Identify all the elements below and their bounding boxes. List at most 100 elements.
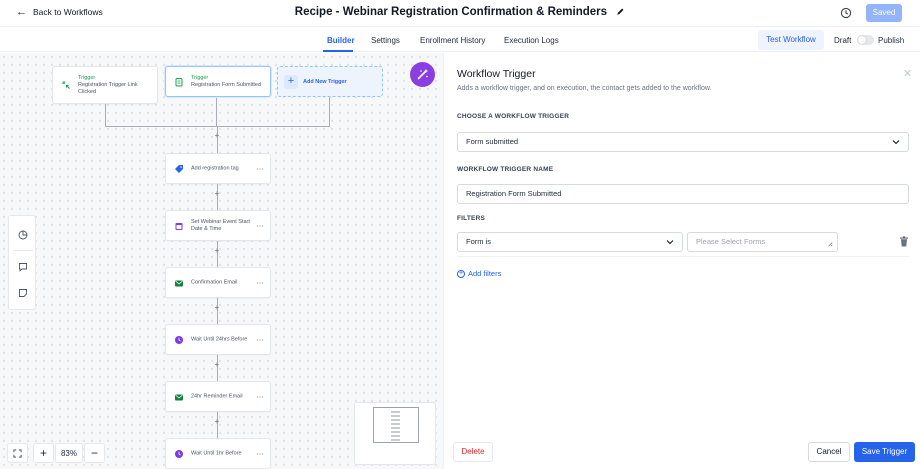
clock-icon <box>175 449 183 458</box>
add-filters-link[interactable]: + Add filters <box>457 269 501 278</box>
plus-circle-icon: + <box>457 269 465 278</box>
divider <box>13 250 33 251</box>
more-options-icon[interactable]: ⋯ <box>256 278 264 287</box>
action-label: Set Webinar Event Start Date & Time <box>191 218 250 232</box>
action-node[interactable]: Wait Until 1hr Before ⋯ <box>165 438 271 469</box>
zoom-in-button[interactable]: + <box>33 443 54 463</box>
divider <box>457 256 909 257</box>
more-options-icon[interactable]: ⋯ <box>256 221 264 230</box>
add-step-icon[interactable]: + <box>212 417 222 426</box>
publish-toggle[interactable] <box>857 35 874 45</box>
action-node[interactable]: Add registration tag ⋯ <box>165 153 271 184</box>
trigger-name-value: Registration Form Submitted <box>466 189 562 198</box>
history-icon[interactable] <box>840 7 852 19</box>
trigger-type-select[interactable]: Form submitted <box>457 132 909 152</box>
more-options-icon[interactable]: ⋯ <box>256 449 264 458</box>
cancel-button[interactable]: Cancel <box>808 442 850 462</box>
trigger-name: Registration Form Submitted <box>191 82 261 88</box>
chevron-down-icon <box>666 240 674 245</box>
action-label: Add registration tag <box>191 165 239 171</box>
tab-execution-logs[interactable]: Execution Logs <box>504 36 559 45</box>
add-filters-label: Add filters <box>468 269 502 278</box>
more-options-icon[interactable]: ⋯ <box>256 164 264 173</box>
saved-button[interactable]: Saved <box>866 4 902 22</box>
resize-handle-icon <box>828 242 833 247</box>
email-icon <box>175 394 183 400</box>
action-node[interactable]: Confirmation Email ⋯ <box>165 267 271 298</box>
plus-icon: + <box>284 75 298 89</box>
action-node[interactable]: Set Webinar Event Start Date & Time ⋯ <box>165 210 271 241</box>
trigger-name-label: WORKFLOW TRIGGER NAME <box>457 166 554 173</box>
filters-label: FILTERS <box>457 215 485 222</box>
chevron-down-icon <box>892 140 900 145</box>
trigger-panel: Workflow Trigger Adds a workflow trigger… <box>443 53 920 469</box>
ai-assistant-button[interactable] <box>410 62 435 87</box>
forms-placeholder: Please Select Forms <box>696 237 766 246</box>
add-trigger-label: Add New Trigger <box>303 79 347 85</box>
choose-trigger-label: CHOOSE A WORKFLOW TRIGGER <box>457 113 570 120</box>
add-step-icon[interactable]: + <box>212 303 222 312</box>
trigger-name: Registration Trigger Link Clicked <box>78 82 138 95</box>
trigger-node-text: Trigger Registration Trigger Link Clicke… <box>78 75 148 96</box>
link-icon <box>62 81 70 89</box>
chart-pie-icon[interactable] <box>18 230 28 240</box>
email-icon <box>175 280 183 286</box>
magic-wand-icon <box>417 69 428 80</box>
zoom-level: 83% <box>55 443 83 463</box>
more-options-icon[interactable]: ⋯ <box>256 392 264 401</box>
workflow-canvas[interactable]: Trigger Registration Trigger Link Clicke… <box>0 53 443 469</box>
add-step-icon[interactable]: + <box>212 189 222 198</box>
trigger-name-input[interactable]: Registration Form Submitted <box>457 184 909 204</box>
action-node[interactable]: 24hr Reminder Email ⋯ <box>165 381 271 412</box>
tab-row: Builder Settings Enrollment History Exec… <box>0 28 920 52</box>
add-new-trigger-button[interactable]: + Add New Trigger <box>277 66 383 97</box>
test-workflow-button[interactable]: Test Workflow <box>758 30 824 50</box>
comment-icon[interactable] <box>18 262 28 272</box>
add-step-icon[interactable]: + <box>212 131 222 140</box>
panel-subtitle: Adds a workflow trigger, and on executio… <box>457 85 712 92</box>
trigger-node-text: Trigger Registration Form Submitted <box>191 75 261 89</box>
trigger-type-value: Form submitted <box>466 137 519 146</box>
trigger-node-form-submitted[interactable]: Trigger Registration Form Submitted <box>165 66 271 97</box>
delete-button[interactable]: Delete <box>453 442 493 462</box>
trigger-kicker: Trigger <box>191 75 209 81</box>
trigger-node-link-clicked[interactable]: Trigger Registration Trigger Link Clicke… <box>52 66 158 104</box>
action-label: Wait Until 1hr Before <box>191 450 242 456</box>
filter-field-select[interactable]: Form is <box>457 232 683 252</box>
more-options-icon[interactable]: ⋯ <box>256 335 264 344</box>
calendar-icon <box>175 222 183 230</box>
connector-line <box>216 97 217 127</box>
filter-field-value: Form is <box>466 237 491 246</box>
save-trigger-button[interactable]: Save Trigger <box>854 442 915 462</box>
add-step-icon[interactable]: + <box>212 360 222 369</box>
add-step-icon[interactable]: + <box>212 246 222 255</box>
action-label: Wait Until 24hrs Before <box>191 336 248 342</box>
publish-label: Publish <box>878 36 905 45</box>
panel-title: Workflow Trigger <box>457 68 536 80</box>
connector-line <box>329 97 330 127</box>
forms-select[interactable]: Please Select Forms <box>687 232 838 252</box>
canvas-side-toolbar <box>8 215 36 310</box>
expand-icon <box>13 449 22 458</box>
tab-enrollment-history[interactable]: Enrollment History <box>420 36 485 45</box>
fit-view-button[interactable] <box>7 443 28 463</box>
pencil-icon[interactable] <box>616 7 625 16</box>
zoom-out-button[interactable]: − <box>84 443 105 463</box>
action-node[interactable]: Wait Until 24hrs Before ⋯ <box>165 324 271 355</box>
trash-icon[interactable] <box>899 236 909 247</box>
tab-builder[interactable]: Builder <box>327 36 355 45</box>
action-label: Confirmation Email <box>191 279 238 285</box>
trigger-kicker: Trigger <box>78 75 96 81</box>
minimap[interactable] <box>354 402 436 465</box>
close-icon[interactable]: ✕ <box>903 67 912 80</box>
note-icon[interactable] <box>18 288 28 298</box>
workflow-title: Recipe - Webinar Registration Confirmati… <box>0 6 920 18</box>
minimap-nodes <box>391 411 400 441</box>
active-tab-indicator <box>323 50 353 52</box>
tab-settings[interactable]: Settings <box>371 36 400 45</box>
form-icon <box>175 77 183 86</box>
tag-icon <box>175 164 183 173</box>
draft-label: Draft <box>834 36 852 45</box>
clock-icon <box>175 335 183 344</box>
action-label: 24hr Reminder Email <box>191 393 243 399</box>
